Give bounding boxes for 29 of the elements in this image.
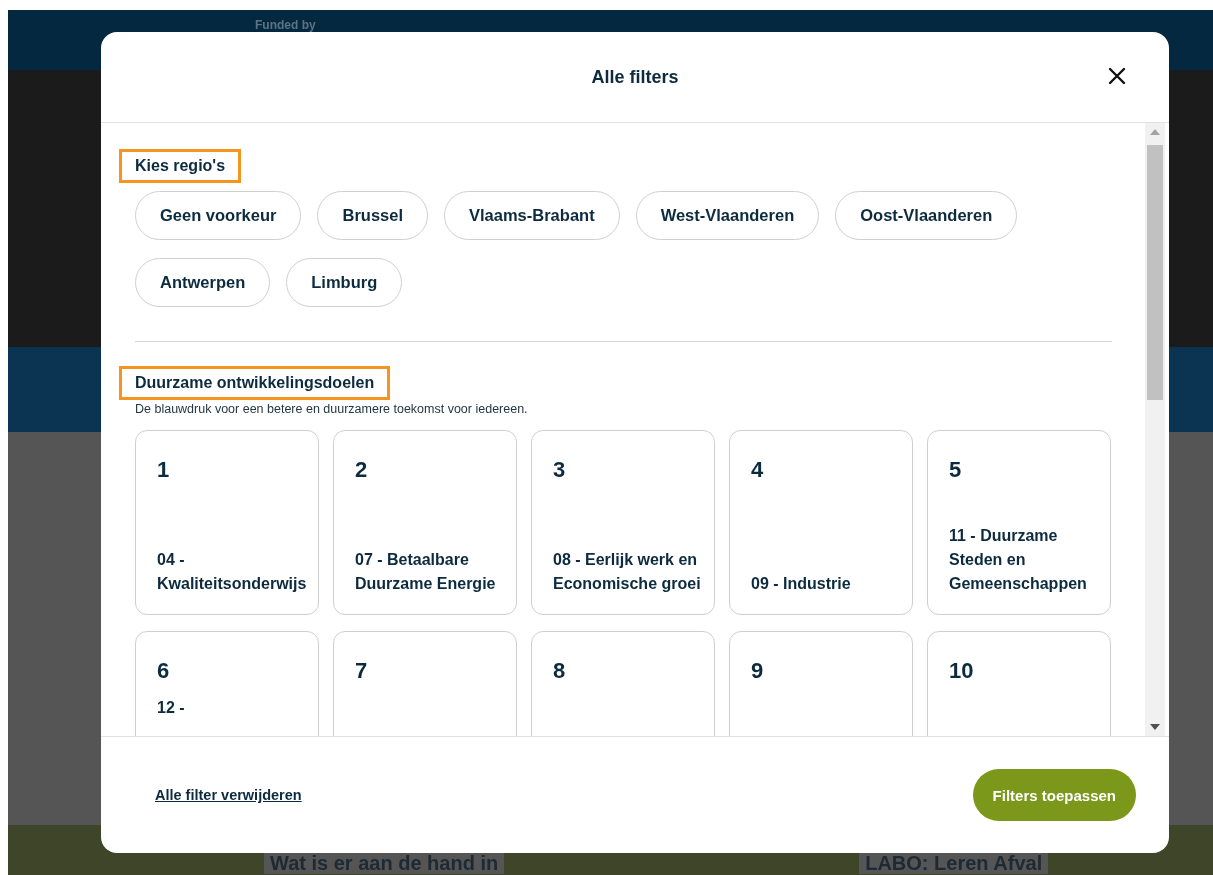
region-chip[interactable]: Brussel bbox=[317, 191, 428, 240]
scrollbar-thumb[interactable] bbox=[1147, 145, 1163, 400]
funding-text: Funded by bbox=[255, 18, 316, 32]
goal-card[interactable]: 5 11 - Duurzame Steden en Gemeenschappen bbox=[927, 430, 1111, 615]
section-subtitle: De blauwdruk voor een betere en duurzamere toekomst voor iedereen. bbox=[135, 402, 529, 416]
region-chip[interactable]: Antwerpen bbox=[135, 258, 271, 307]
close-icon bbox=[1107, 66, 1127, 86]
goal-card[interactable]: 1 04 - Kwaliteitsonderwijs bbox=[135, 430, 319, 615]
scrollbar[interactable] bbox=[1145, 123, 1165, 736]
region-chip[interactable]: Vlaams-Brabant bbox=[444, 191, 620, 240]
region-chip[interactable]: Limburg bbox=[286, 258, 403, 307]
section-heading: Kies regio's bbox=[119, 149, 242, 183]
region-chip[interactable]: West-Vlaanderen bbox=[635, 191, 820, 240]
goal-card[interactable]: 6 12 - bbox=[135, 631, 319, 736]
clear-filters-link[interactable]: Alle filter verwijderen bbox=[155, 787, 302, 803]
region-chip[interactable]: Geen voorkeur bbox=[135, 191, 302, 240]
goal-card[interactable]: 8 bbox=[531, 631, 715, 736]
goal-card[interactable]: 9 bbox=[729, 631, 913, 736]
goal-card[interactable]: 4 09 - Industrie bbox=[729, 430, 913, 615]
article-title: LABO: Leren Afval bbox=[859, 852, 1049, 874]
scroll-down-icon[interactable] bbox=[1150, 724, 1160, 730]
goal-card[interactable]: 7 bbox=[333, 631, 517, 736]
goal-card[interactable]: 10 bbox=[927, 631, 1111, 736]
scroll-up-icon[interactable] bbox=[1150, 129, 1160, 135]
dialog-title: Alle filters bbox=[591, 66, 679, 88]
section-heading: Duurzame ontwikkelingsdoelen bbox=[119, 366, 391, 400]
goal-card[interactable]: 2 07 - Betaalbare Duurzame Energie bbox=[333, 430, 517, 615]
region-chip[interactable]: Oost-Vlaanderen bbox=[835, 191, 1018, 240]
goal-card[interactable]: 3 08 - Eerlijk werk en Economische groei bbox=[531, 430, 715, 615]
